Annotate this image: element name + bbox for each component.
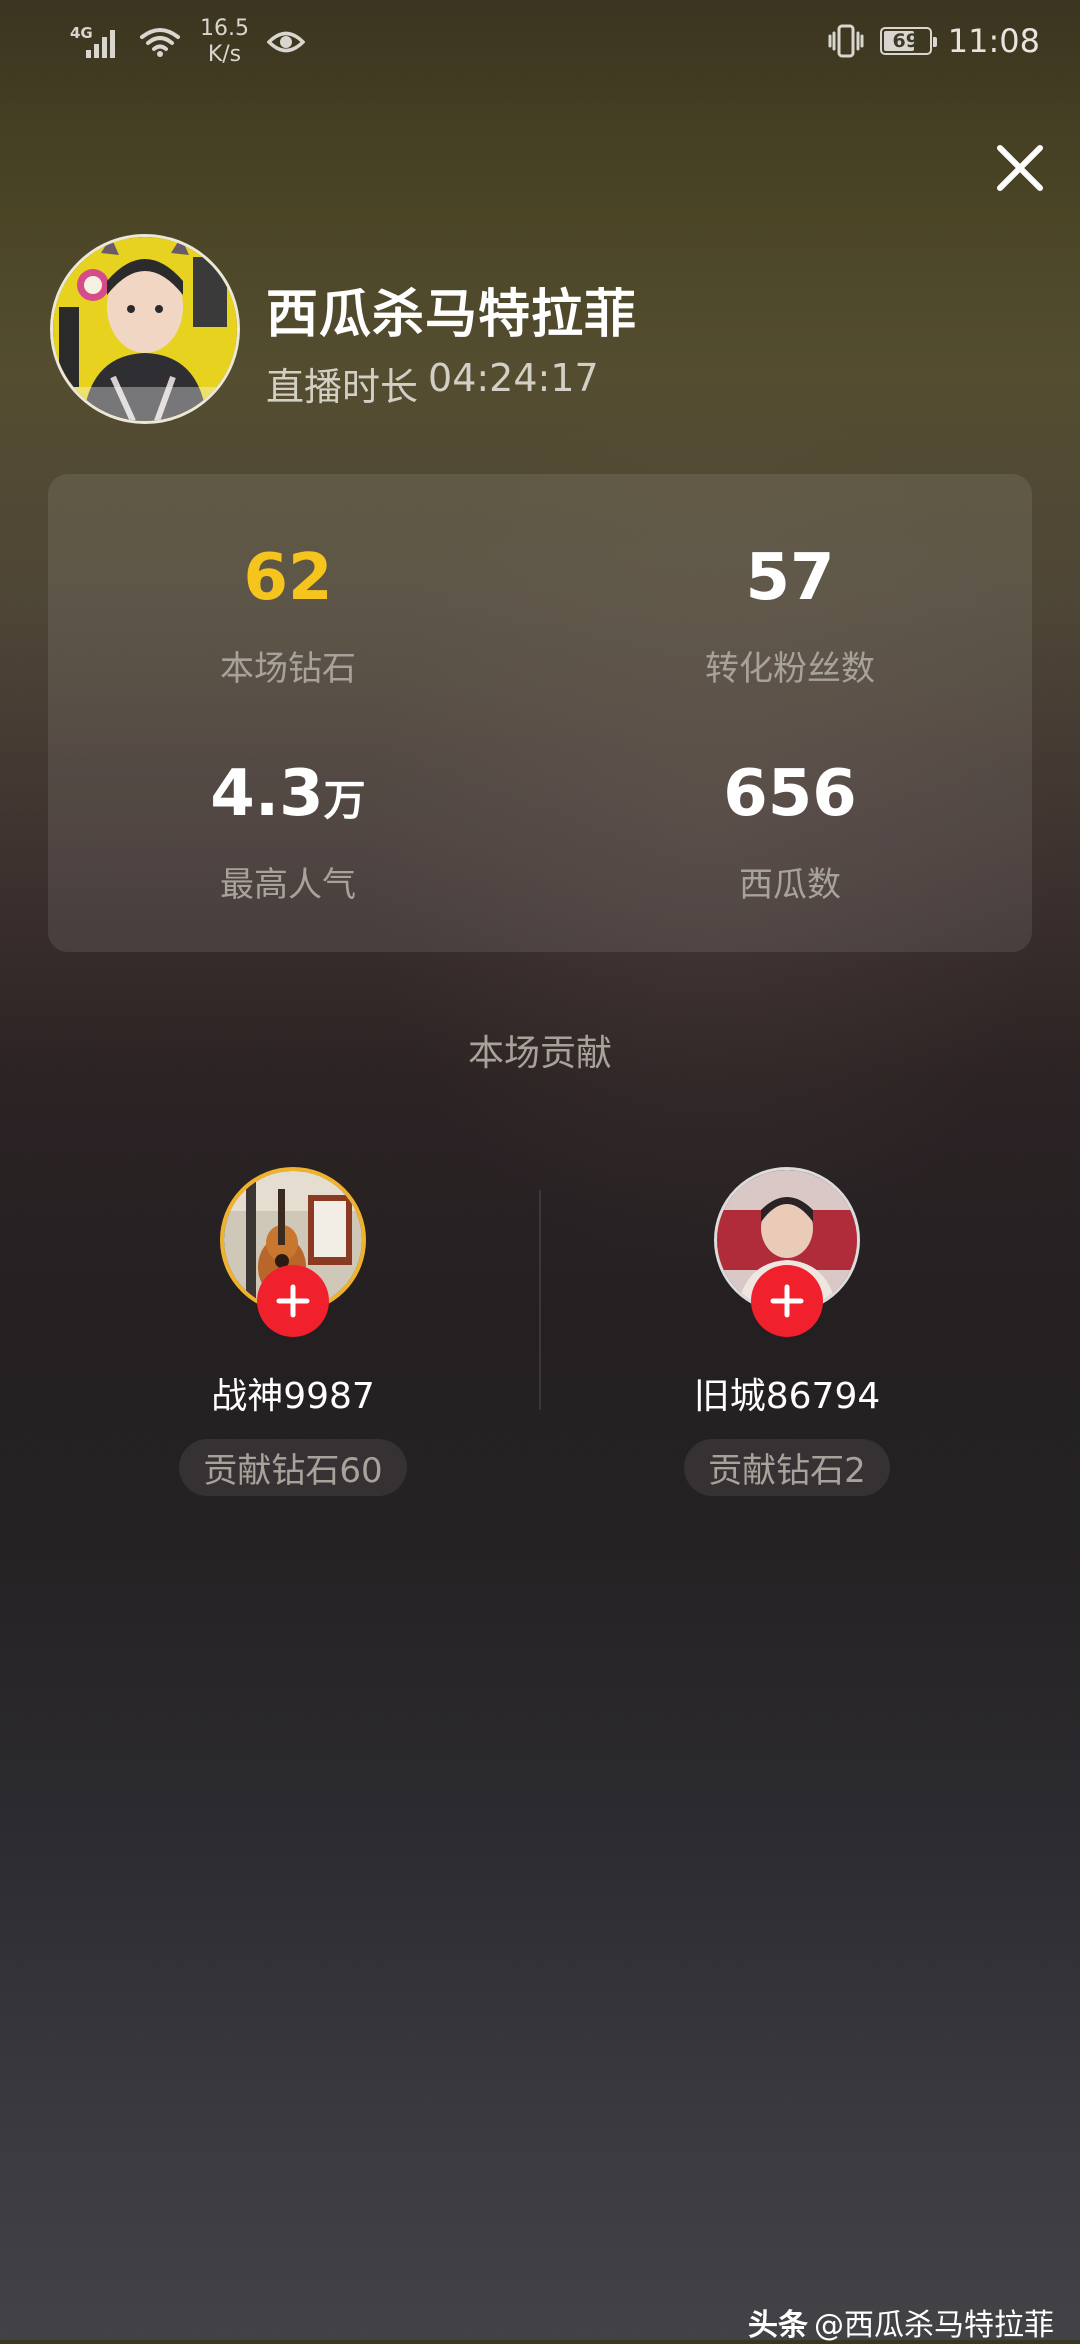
contributor-1: 战神9987 贡献钻石60 xyxy=(103,1167,483,1496)
contributors-divider xyxy=(539,1190,541,1410)
live-duration-value: 04:24:17 xyxy=(428,356,599,400)
streamer-name: 西瓜杀马特拉菲 xyxy=(266,285,638,345)
eye-comfort-icon xyxy=(266,31,305,53)
close-icon xyxy=(997,145,1043,191)
stat-diamonds: 62 本场钻石 xyxy=(68,538,508,690)
battery-tip xyxy=(932,37,937,47)
stat-peak-popularity-value: 4.3万 xyxy=(68,754,508,841)
network-speed: 16.5 K/s xyxy=(200,16,249,68)
stat-peak-popularity-unit: 万 xyxy=(323,776,366,825)
stat-melons-label: 西瓜数 xyxy=(739,865,841,905)
stat-converted-fans-value: 57 xyxy=(570,538,1010,625)
stat-diamonds-number: 62 xyxy=(243,541,333,615)
contributor-1-avatar-wrap xyxy=(220,1167,366,1337)
contributor-1-name: 战神9987 xyxy=(211,1376,375,1417)
stat-peak-popularity-number: 4.3 xyxy=(210,757,324,831)
stat-peak-popularity: 4.3万 最高人气 xyxy=(68,754,508,906)
contribution-title: 本场贡献 xyxy=(467,1033,612,1074)
status-left: 4G 16.5 K/s xyxy=(70,16,305,68)
cellular-signal-icon: 4G xyxy=(70,18,122,66)
stat-diamonds-label: 本场钻石 xyxy=(220,649,356,689)
plus-icon xyxy=(770,1284,804,1318)
network-speed-unit: K/s xyxy=(207,42,242,67)
vibrate-icon xyxy=(828,24,864,58)
battery-level: 69 xyxy=(892,30,919,52)
status-bar: 4G 16.5 K/s 69 11:08 xyxy=(0,0,1080,90)
stat-peak-popularity-label: 最高人气 xyxy=(220,865,356,905)
stats-card: 62 本场钻石 57 转化粉丝数 4.3万 最高人气 656 西瓜数 xyxy=(48,474,1032,952)
clock: 11:08 xyxy=(947,22,1040,60)
streamer-avatar[interactable] xyxy=(50,234,240,424)
stat-converted-fans-label: 转化粉丝数 xyxy=(705,649,875,689)
contributor-2-name: 旧城86794 xyxy=(693,1376,881,1417)
contributor-2-avatar-wrap xyxy=(714,1167,860,1337)
watermark-brand: 头条 xyxy=(748,2308,808,2343)
network-speed-value: 16.5 xyxy=(200,16,249,41)
stat-converted-fans-number: 57 xyxy=(745,541,835,615)
status-right: 69 11:08 xyxy=(828,22,1040,60)
battery-icon: 69 xyxy=(879,27,937,55)
stat-diamonds-value: 62 xyxy=(68,538,508,625)
contributor-1-badge: 贡献钻石60 xyxy=(179,1439,407,1496)
live-duration: 直播时长 04:24:17 xyxy=(266,356,599,411)
contributor-2-badge: 贡献钻石2 xyxy=(684,1439,890,1496)
contributor-1-follow-button[interactable] xyxy=(257,1265,329,1337)
stat-melons: 656 西瓜数 xyxy=(570,754,1010,906)
contributor-2: 旧城86794 贡献钻石2 xyxy=(597,1167,977,1496)
stat-melons-number: 656 xyxy=(723,757,857,831)
watermark: 头条 @西瓜杀马特拉菲 xyxy=(748,2300,1054,2344)
live-duration-label: 直播时长 xyxy=(266,365,419,409)
plus-icon xyxy=(276,1284,310,1318)
watermark-handle: @西瓜杀马特拉菲 xyxy=(814,2308,1054,2343)
contributor-2-follow-button[interactable] xyxy=(751,1265,823,1337)
signal-bars-icon xyxy=(86,30,115,58)
close-button[interactable] xyxy=(990,138,1050,198)
wifi-icon xyxy=(140,28,180,57)
streamer-avatar-image xyxy=(53,237,237,421)
stat-converted-fans: 57 转化粉丝数 xyxy=(570,538,1010,690)
stat-melons-value: 656 xyxy=(570,754,1010,841)
